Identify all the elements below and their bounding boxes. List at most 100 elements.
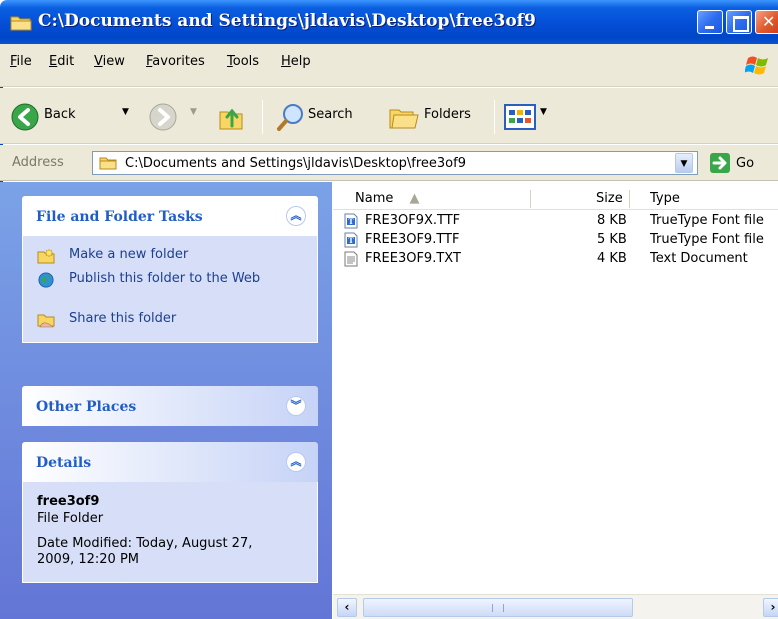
panel-header[interactable]: Details ︽	[22, 442, 318, 482]
column-divider[interactable]	[629, 190, 630, 208]
file-row[interactable]: T FREE3OF9.TTF 5 KB TrueType Font file	[333, 231, 778, 250]
other-places-panel: Other Places ︾	[22, 386, 318, 426]
file-type: TrueType Font file	[650, 213, 764, 228]
forward-arrow-icon	[149, 103, 177, 131]
back-button[interactable]: Back ▼	[6, 88, 134, 144]
minimize-button[interactable]	[697, 10, 723, 34]
publish-web-icon	[38, 272, 54, 288]
title-bar[interactable]: C:\Documents and Settings\jldavis\Deskto…	[0, 0, 778, 44]
address-value: C:\Documents and Settings\jldavis\Deskto…	[125, 156, 466, 171]
back-label: Back	[44, 107, 76, 122]
back-dropdown-icon[interactable]: ▼	[122, 107, 129, 117]
scroll-right-button[interactable]: ›	[763, 598, 778, 617]
toolbar-separator	[494, 100, 495, 134]
panel-body: Make a new folder Publish this folder to…	[22, 236, 318, 343]
details-type: File Folder	[37, 511, 104, 526]
address-label: Address	[12, 155, 64, 170]
panel-header[interactable]: Other Places ︾	[22, 386, 318, 426]
collapse-chevron-icon[interactable]: ︽	[286, 452, 306, 472]
file-type: Text Document	[650, 251, 748, 266]
svg-text:T: T	[348, 217, 354, 226]
go-arrow-icon[interactable]	[710, 153, 730, 173]
details-name: free3of9	[37, 494, 100, 509]
views-dropdown-icon[interactable]: ▼	[540, 107, 547, 117]
file-name: FREE3OF9.TXT	[365, 251, 461, 266]
column-size[interactable]: Size	[596, 191, 623, 206]
file-row[interactable]: FREE3OF9.TXT 4 KB Text Document	[333, 250, 778, 269]
search-button[interactable]: Search	[272, 88, 372, 144]
task-publish-web[interactable]: Publish this folder to the Web	[23, 268, 317, 308]
maximize-button[interactable]	[726, 10, 752, 34]
horizontal-scrollbar[interactable]: ‹ ›	[333, 594, 778, 619]
font-file-icon: T	[344, 232, 358, 248]
panel-header[interactable]: File and Folder Tasks ︽	[22, 196, 318, 236]
sort-ascending-icon: ▲	[409, 191, 420, 206]
column-name[interactable]: Name ▲	[355, 191, 420, 206]
menu-file[interactable]: File	[10, 54, 32, 69]
views-button[interactable]: ▼	[502, 88, 556, 144]
collapse-chevron-icon[interactable]: ︽	[286, 206, 306, 226]
font-file-icon: T	[344, 213, 358, 229]
folders-icon	[389, 109, 419, 129]
panel-title: File and Folder Tasks	[36, 209, 203, 225]
close-button[interactable]	[755, 10, 778, 34]
menu-favorites[interactable]: Favorites	[146, 54, 205, 69]
scroll-thumb[interactable]	[363, 598, 633, 617]
window-title: C:\Documents and Settings\jldavis\Deskto…	[38, 11, 536, 31]
details-panel: Details ︽ free3of9 File Folder Date Modi…	[22, 442, 318, 583]
windows-logo-icon	[745, 56, 768, 75]
search-icon	[277, 104, 303, 131]
file-size: 4 KB	[597, 251, 627, 266]
file-name: FREE3OF9.TTF	[365, 232, 460, 247]
column-divider[interactable]	[530, 190, 531, 208]
task-label: Share this folder	[69, 311, 177, 326]
folders-button[interactable]: Folders	[384, 88, 484, 144]
folders-label: Folders	[424, 107, 471, 122]
toolbar: Back ▼ ▼ Search Folders ▼	[0, 88, 778, 144]
menu-bar: File Edit View Favorites Tools Help	[0, 44, 778, 87]
forward-dropdown-icon[interactable]: ▼	[190, 107, 197, 117]
scroll-grip-icon	[492, 604, 504, 612]
address-input[interactable]: C:\Documents and Settings\jldavis\Deskto…	[92, 151, 698, 175]
task-pane: File and Folder Tasks ︽ Make a new folde…	[0, 182, 332, 619]
task-label: Publish this folder to the Web	[69, 271, 261, 286]
svg-text:T: T	[348, 236, 354, 245]
file-size: 8 KB	[597, 213, 627, 228]
address-dropdown-button[interactable]: ▼	[675, 153, 693, 173]
views-icon	[504, 104, 536, 130]
task-label: Make a new folder	[69, 247, 189, 262]
folder-icon	[10, 16, 32, 31]
menu-help[interactable]: Help	[281, 54, 311, 69]
expand-chevron-icon[interactable]: ︾	[286, 396, 306, 416]
file-row[interactable]: T FRE3OF9X.TTF 8 KB TrueType Font file	[333, 212, 778, 231]
folder-icon	[99, 157, 117, 170]
menu-tools[interactable]: Tools	[227, 54, 259, 69]
search-label: Search	[308, 107, 353, 122]
text-file-icon	[344, 251, 358, 267]
file-name: FRE3OF9X.TTF	[365, 213, 461, 228]
new-folder-icon	[37, 248, 55, 264]
task-make-new-folder[interactable]: Make a new folder	[23, 244, 317, 268]
scroll-left-button[interactable]: ‹	[337, 598, 357, 617]
back-arrow-icon	[11, 103, 39, 131]
forward-button[interactable]: ▼	[148, 88, 200, 144]
share-folder-icon	[37, 314, 55, 328]
menu-view[interactable]: View	[94, 54, 125, 69]
address-bar: Address C:\Documents and Settings\jldavi…	[0, 145, 778, 181]
task-share-folder[interactable]: Share this folder	[23, 308, 317, 332]
file-folder-tasks-panel: File and Folder Tasks ︽ Make a new folde…	[22, 196, 318, 343]
file-type: TrueType Font file	[650, 232, 764, 247]
panel-title: Details	[36, 455, 92, 471]
file-size: 5 KB	[597, 232, 627, 247]
go-button[interactable]: Go	[736, 156, 754, 171]
panel-title: Other Places	[36, 399, 137, 415]
details-modified: Date Modified: Today, August 27, 2009, 1…	[37, 536, 253, 567]
menu-edit[interactable]: Edit	[49, 54, 74, 69]
details-body: free3of9 File Folder Date Modified: Toda…	[22, 482, 318, 583]
file-list[interactable]: Name ▲ Size Type T FRE3OF9X.TTF 8 KB Tru…	[333, 182, 778, 594]
up-folder-icon[interactable]	[218, 102, 246, 132]
column-name-label: Name	[355, 191, 394, 206]
toolbar-separator	[262, 100, 263, 134]
column-header: Name ▲ Size Type	[333, 188, 778, 210]
column-type[interactable]: Type	[650, 191, 680, 206]
